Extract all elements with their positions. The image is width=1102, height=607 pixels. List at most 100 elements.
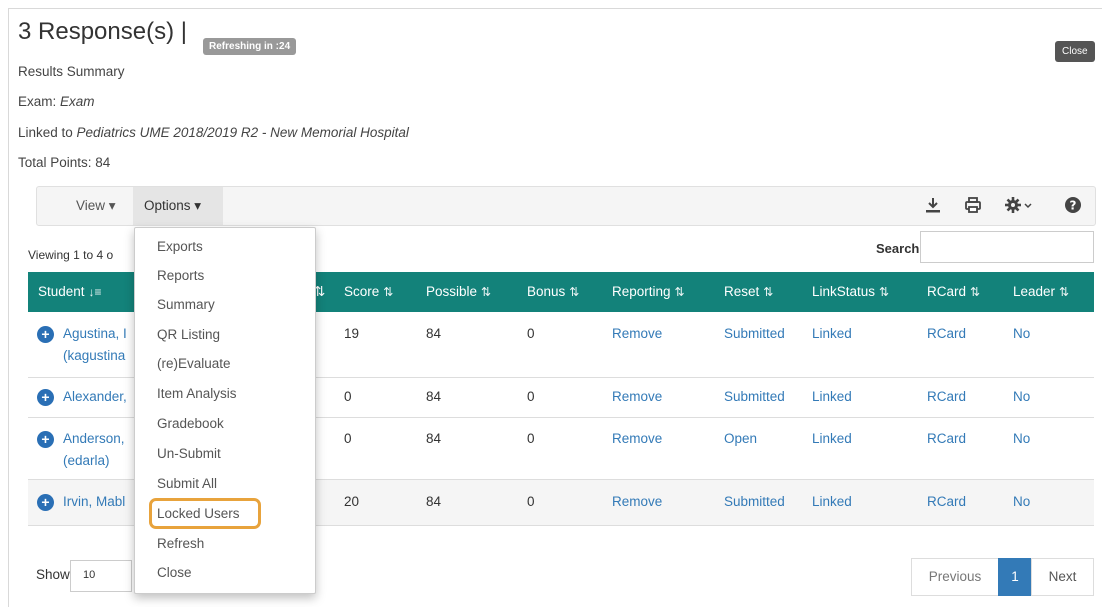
remove-link[interactable]: Remove	[612, 326, 662, 341]
possible-cell: 84	[426, 326, 442, 341]
menu-item-exports[interactable]: Exports	[157, 239, 203, 254]
rcard-link[interactable]: RCard	[927, 389, 966, 404]
student-username[interactable]: (kagustina	[63, 348, 125, 363]
reset-link[interactable]: Open	[724, 431, 757, 446]
sort-icon: ⇅	[674, 285, 685, 299]
sort-icon: ⇅	[383, 285, 394, 299]
exam-value: Exam	[60, 94, 95, 109]
menu-item-reevaluate[interactable]: (re)Evaluate	[157, 356, 231, 371]
column-leader[interactable]: Leader ⇅	[1013, 284, 1069, 299]
expand-row-icon[interactable]: +	[37, 389, 54, 406]
linked-label: Linked to	[18, 125, 77, 140]
viewing-info: Viewing 1 to 4 o	[28, 248, 114, 262]
svg-text:?: ?	[1070, 199, 1077, 213]
linkstatus-link[interactable]: Linked	[812, 326, 852, 341]
rcard-link[interactable]: RCard	[927, 431, 966, 446]
expand-row-icon[interactable]: +	[37, 431, 54, 448]
student-username[interactable]: (edarla)	[63, 453, 110, 468]
leader-link[interactable]: No	[1013, 389, 1030, 404]
score-cell: 0	[344, 389, 352, 404]
reset-link[interactable]: Submitted	[724, 494, 785, 509]
student-name[interactable]: Alexander,	[63, 389, 127, 404]
linkstatus-link[interactable]: Linked	[812, 431, 852, 446]
linkstatus-link[interactable]: Linked	[812, 494, 852, 509]
column-student[interactable]: Student ↓≡	[38, 284, 102, 299]
print-icon[interactable]	[964, 196, 982, 219]
download-icon[interactable]	[924, 196, 942, 219]
show-label: Show	[36, 567, 70, 582]
rcard-link[interactable]: RCard	[927, 326, 966, 341]
pagination-previous[interactable]: Previous	[911, 558, 999, 596]
column-possible[interactable]: Possible ⇅	[426, 284, 491, 299]
student-name[interactable]: Agustina, I	[63, 326, 127, 341]
gear-icon[interactable]	[1004, 196, 1034, 219]
search-label: Search:	[876, 241, 924, 256]
help-icon[interactable]: ?	[1064, 196, 1082, 219]
page-size-select[interactable]: 10	[70, 560, 132, 592]
menu-item-item-analysis[interactable]: Item Analysis	[157, 386, 237, 401]
rcard-link[interactable]: RCard	[927, 494, 966, 509]
menu-item-un-submit[interactable]: Un-Submit	[157, 446, 221, 461]
options-label: Options ▾	[144, 198, 202, 213]
possible-cell: 84	[426, 389, 442, 404]
possible-cell: 84	[426, 494, 442, 509]
column-leader-label: Leader	[1013, 284, 1056, 299]
reset-link[interactable]: Submitted	[724, 326, 785, 341]
menu-item-refresh[interactable]: Refresh	[157, 536, 204, 551]
linked-info: Linked to Pediatrics UME 2018/2019 R2 - …	[18, 125, 409, 140]
score-cell: 0	[344, 431, 352, 446]
options-dropdown[interactable]: Options ▾	[133, 187, 223, 225]
menu-item-submit-all[interactable]: Submit All	[157, 476, 217, 491]
score-cell: 19	[344, 326, 360, 341]
column-reporting-label: Reporting	[612, 284, 671, 299]
exam-info: Exam: Exam	[18, 94, 95, 109]
sort-icon: ⇅	[763, 285, 774, 299]
column-bonus-label: Bonus	[527, 284, 566, 299]
column-rcard-label: RCard	[927, 284, 967, 299]
linked-value: Pediatrics UME 2018/2019 R2 - New Memori…	[76, 125, 409, 140]
sort-icon: ⇅	[481, 285, 492, 299]
remove-link[interactable]: Remove	[612, 494, 662, 509]
bonus-cell: 0	[527, 326, 535, 341]
exam-label: Exam:	[18, 94, 61, 109]
menu-item-gradebook[interactable]: Gradebook	[157, 416, 224, 431]
bonus-cell: 0	[527, 431, 535, 446]
student-name[interactable]: Irvin, Mabl	[63, 494, 125, 509]
column-student-label: Student	[38, 284, 85, 299]
leader-link[interactable]: No	[1013, 326, 1030, 341]
results-summary: Results Summary	[18, 64, 125, 79]
highlight-box	[149, 498, 261, 529]
linkstatus-link[interactable]: Linked	[812, 389, 852, 404]
total-points: Total Points: 84	[18, 155, 111, 170]
page-title: 3 Response(s) |	[18, 18, 187, 45]
score-cell: 20	[344, 494, 360, 509]
reset-link[interactable]: Submitted	[724, 389, 785, 404]
pagination-page[interactable]: 1	[998, 558, 1032, 596]
expand-row-icon[interactable]: +	[37, 326, 54, 343]
sort-icon: ⇅	[1059, 285, 1070, 299]
column-linkstatus-label: LinkStatus	[812, 284, 876, 299]
possible-cell: 84	[426, 431, 442, 446]
column-linkstatus[interactable]: LinkStatus ⇅	[812, 284, 889, 299]
column-reporting[interactable]: Reporting ⇅	[612, 284, 685, 299]
remove-link[interactable]: Remove	[612, 431, 662, 446]
search-input[interactable]	[920, 231, 1094, 263]
pagination-next[interactable]: Next	[1031, 558, 1094, 596]
remove-link[interactable]: Remove	[612, 389, 662, 404]
student-name[interactable]: Anderson,	[63, 431, 125, 446]
menu-item-qr-listing[interactable]: QR Listing	[157, 327, 220, 342]
close-button[interactable]: Close	[1055, 41, 1095, 62]
menu-item-summary[interactable]: Summary	[157, 297, 215, 312]
column-bonus[interactable]: Bonus ⇅	[527, 284, 579, 299]
menu-item-close[interactable]: Close	[157, 565, 192, 580]
column-reset[interactable]: Reset ⇅	[724, 284, 773, 299]
sort-asc-icon: ↓≡	[88, 285, 102, 299]
leader-link[interactable]: No	[1013, 494, 1030, 509]
leader-link[interactable]: No	[1013, 431, 1030, 446]
column-rcard[interactable]: RCard ⇅	[927, 284, 980, 299]
expand-row-icon[interactable]: +	[37, 494, 54, 511]
view-dropdown[interactable]: View ▾	[76, 198, 116, 214]
menu-item-reports[interactable]: Reports	[157, 268, 204, 283]
column-score[interactable]: Score ⇅	[344, 284, 393, 299]
bonus-cell: 0	[527, 494, 535, 509]
